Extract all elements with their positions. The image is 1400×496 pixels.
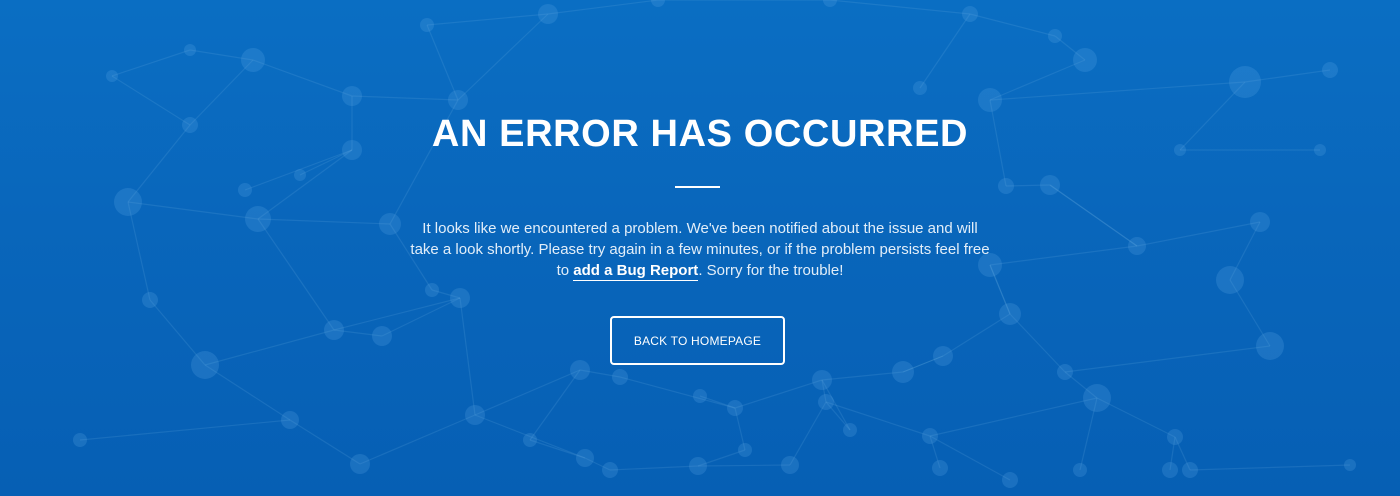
error-message-ending: . Sorry for the trouble! (698, 262, 844, 279)
error-panel: AN ERROR HAS OCCURRED It looks like we e… (0, 0, 1400, 496)
back-to-homepage-button[interactable]: BACK TO HOMEPAGE (610, 316, 785, 365)
error-message: It looks like we encountered a problem. … (410, 218, 990, 281)
page-title: AN ERROR HAS OCCURRED (431, 113, 969, 155)
title-divider (675, 186, 720, 188)
bug-report-link[interactable]: add a Bug Report (573, 262, 699, 281)
